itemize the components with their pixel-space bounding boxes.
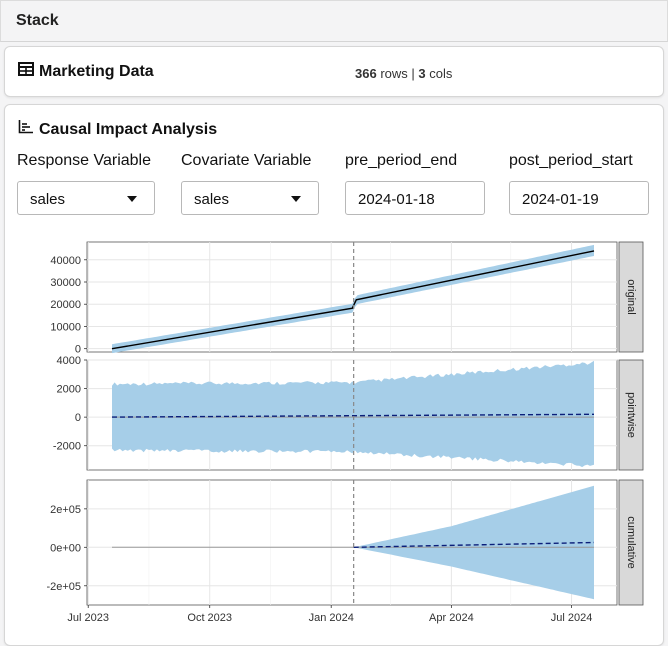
panel-strip-label: cumulative <box>625 516 637 569</box>
cols-label: cols <box>429 66 453 81</box>
card-header: Causal Impact Analysis <box>18 120 217 139</box>
panel-strip-label: original <box>625 279 637 314</box>
y-tick-label: 4000 <box>57 355 81 367</box>
y-tick-label: 10000 <box>50 321 81 333</box>
top-bar: Stack <box>0 0 668 42</box>
meta-separator: | <box>411 66 415 81</box>
y-tick-label: 30000 <box>50 277 81 289</box>
marketing-data-card: Marketing Data 366 rows | 3 cols <box>4 46 664 97</box>
post-period-start-label: post_period_start <box>509 152 633 169</box>
y-tick-label: 40000 <box>50 255 81 267</box>
x-tick-label: Apr 2024 <box>429 612 474 624</box>
rows-label: rows <box>380 66 408 81</box>
covariate-variable-select[interactable]: sales <box>181 181 319 215</box>
x-tick-label: Jul 2024 <box>551 612 593 624</box>
causal-impact-card: Causal Impact Analysis Response Variable… <box>4 104 664 646</box>
dataset-title: Marketing Data <box>39 62 154 80</box>
y-tick-label: 2000 <box>57 384 81 396</box>
pre-period-end-value: 2024-01-18 <box>358 191 435 208</box>
y-tick-label: 0e+00 <box>50 542 81 554</box>
card-header: Marketing Data <box>18 62 154 81</box>
x-tick-label: Oct 2023 <box>187 612 232 624</box>
pre-period-end-input[interactable]: 2024-01-18 <box>345 181 485 215</box>
covariate-variable-label: Covariate Variable <box>181 152 312 169</box>
y-tick-label: -2000 <box>53 441 81 453</box>
x-tick-label: Jul 2023 <box>67 612 109 624</box>
table-icon <box>18 62 34 81</box>
y-tick-label: 0 <box>75 344 81 356</box>
caret-down-icon <box>291 196 301 202</box>
panel-strip-label: pointwise <box>625 392 637 438</box>
y-tick-label: 20000 <box>50 299 81 311</box>
x-tick-label: Jan 2024 <box>309 612 354 624</box>
y-tick-label: 2e+05 <box>50 504 81 516</box>
response-variable-value: sales <box>30 191 66 208</box>
dataset-meta: 366 rows | 3 cols <box>355 66 452 81</box>
chart-icon <box>18 120 34 139</box>
row-count: 366 <box>355 66 377 81</box>
causal-impact-plot: 0 10000 20000 30000 40000 original -2000 0 2000 4… <box>5 235 661 640</box>
y-tick-label: -2e+05 <box>46 581 81 593</box>
caret-down-icon <box>127 196 137 202</box>
post-period-start-input[interactable]: 2024-01-19 <box>509 181 649 215</box>
y-tick-label: 0 <box>75 412 81 424</box>
response-variable-label: Response Variable <box>17 152 152 169</box>
analysis-title: Causal Impact Analysis <box>39 120 218 138</box>
pre-period-end-label: pre_period_end <box>345 152 458 169</box>
stack-title: Stack <box>16 12 59 29</box>
chart-svg: 0 10000 20000 30000 40000 original -2000 0 2000 4… <box>46 241 644 624</box>
response-variable-select[interactable]: sales <box>17 181 155 215</box>
covariate-variable-value: sales <box>194 191 230 208</box>
post-period-start-value: 2024-01-19 <box>522 191 599 208</box>
col-count: 3 <box>418 66 426 81</box>
